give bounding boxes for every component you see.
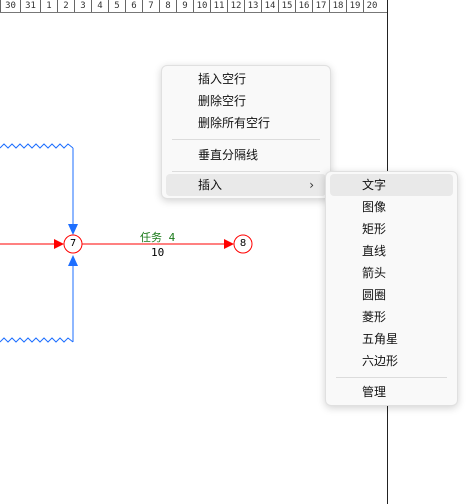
menu-item-insert[interactable]: 插入 › [166,174,326,196]
submenu-item-diamond[interactable]: 菱形 [330,306,453,328]
submenu-item-star[interactable]: 五角星 [330,328,453,350]
ruler-tick: 11 [210,0,227,12]
ruler-tick: 30 [0,0,20,12]
task-duration-label: 10 [151,246,165,259]
chevron-right-icon: › [309,178,314,192]
submenu-item-line[interactable]: 直线 [330,240,453,262]
ruler-tick: 20 [363,0,380,12]
submenu-item-text[interactable]: 文字 [330,174,453,196]
menu-item-insert-empty-row[interactable]: 插入空行 [166,68,326,90]
menu-item-vertical-divider[interactable]: 垂直分隔线 [166,144,326,166]
dependency-arrow-down [68,224,78,235]
ruler-tick: 7 [142,0,159,12]
menu-separator [336,377,447,378]
submenu-item-manage[interactable]: 管理 [330,381,453,403]
submenu-item-image[interactable]: 图像 [330,196,453,218]
timeline-ruler: 30 31 1 2 3 4 5 6 7 8 9 10 11 12 13 14 1… [0,0,388,13]
ruler-tick: 2 [57,0,74,12]
ruler-tick: 31 [20,0,40,12]
submenu-item-arrow[interactable]: 箭头 [330,262,453,284]
menu-separator [172,139,320,140]
submenu-item-rectangle[interactable]: 矩形 [330,218,453,240]
ruler-tick: 10 [193,0,210,12]
ruler-tick: 19 [346,0,363,12]
ruler-tick: 13 [244,0,261,12]
ruler-tick: 12 [227,0,244,12]
submenu-item-hexagon[interactable]: 六边形 [330,350,453,372]
ruler-tick: 8 [159,0,176,12]
menu-item-insert-label: 插入 [198,178,223,192]
ruler-tick: 16 [295,0,312,12]
float-wave-top [0,143,74,149]
node-8-label: 8 [239,238,247,249]
menu-item-delete-all-empty-rows[interactable]: 删除所有空行 [166,112,326,134]
dependency-arrow-up [68,255,78,266]
ruler-tick: 9 [176,0,193,12]
ruler-tick: 6 [125,0,142,12]
context-menu: 插入空行 删除空行 删除所有空行 垂直分隔线 插入 › [161,65,331,199]
ruler-tick: 5 [108,0,125,12]
ruler-tick: 14 [261,0,278,12]
menu-separator [172,171,320,172]
ruler-tick: 3 [74,0,91,12]
ruler-tick: 4 [91,0,108,12]
node-7-label: 7 [69,238,77,249]
ruler-tick: 17 [312,0,329,12]
task-name-label[interactable]: 任务 4 [140,229,175,245]
ruler-tick: 18 [329,0,346,12]
ruler-tick: 1 [40,0,57,12]
float-wave-bottom [0,337,74,343]
menu-item-delete-empty-row[interactable]: 删除空行 [166,90,326,112]
ruler-tick: 15 [278,0,295,12]
submenu-item-circle[interactable]: 圆圈 [330,284,453,306]
insert-submenu: 文字 图像 矩形 直线 箭头 圆圈 菱形 五角星 六边形 管理 [325,171,458,406]
